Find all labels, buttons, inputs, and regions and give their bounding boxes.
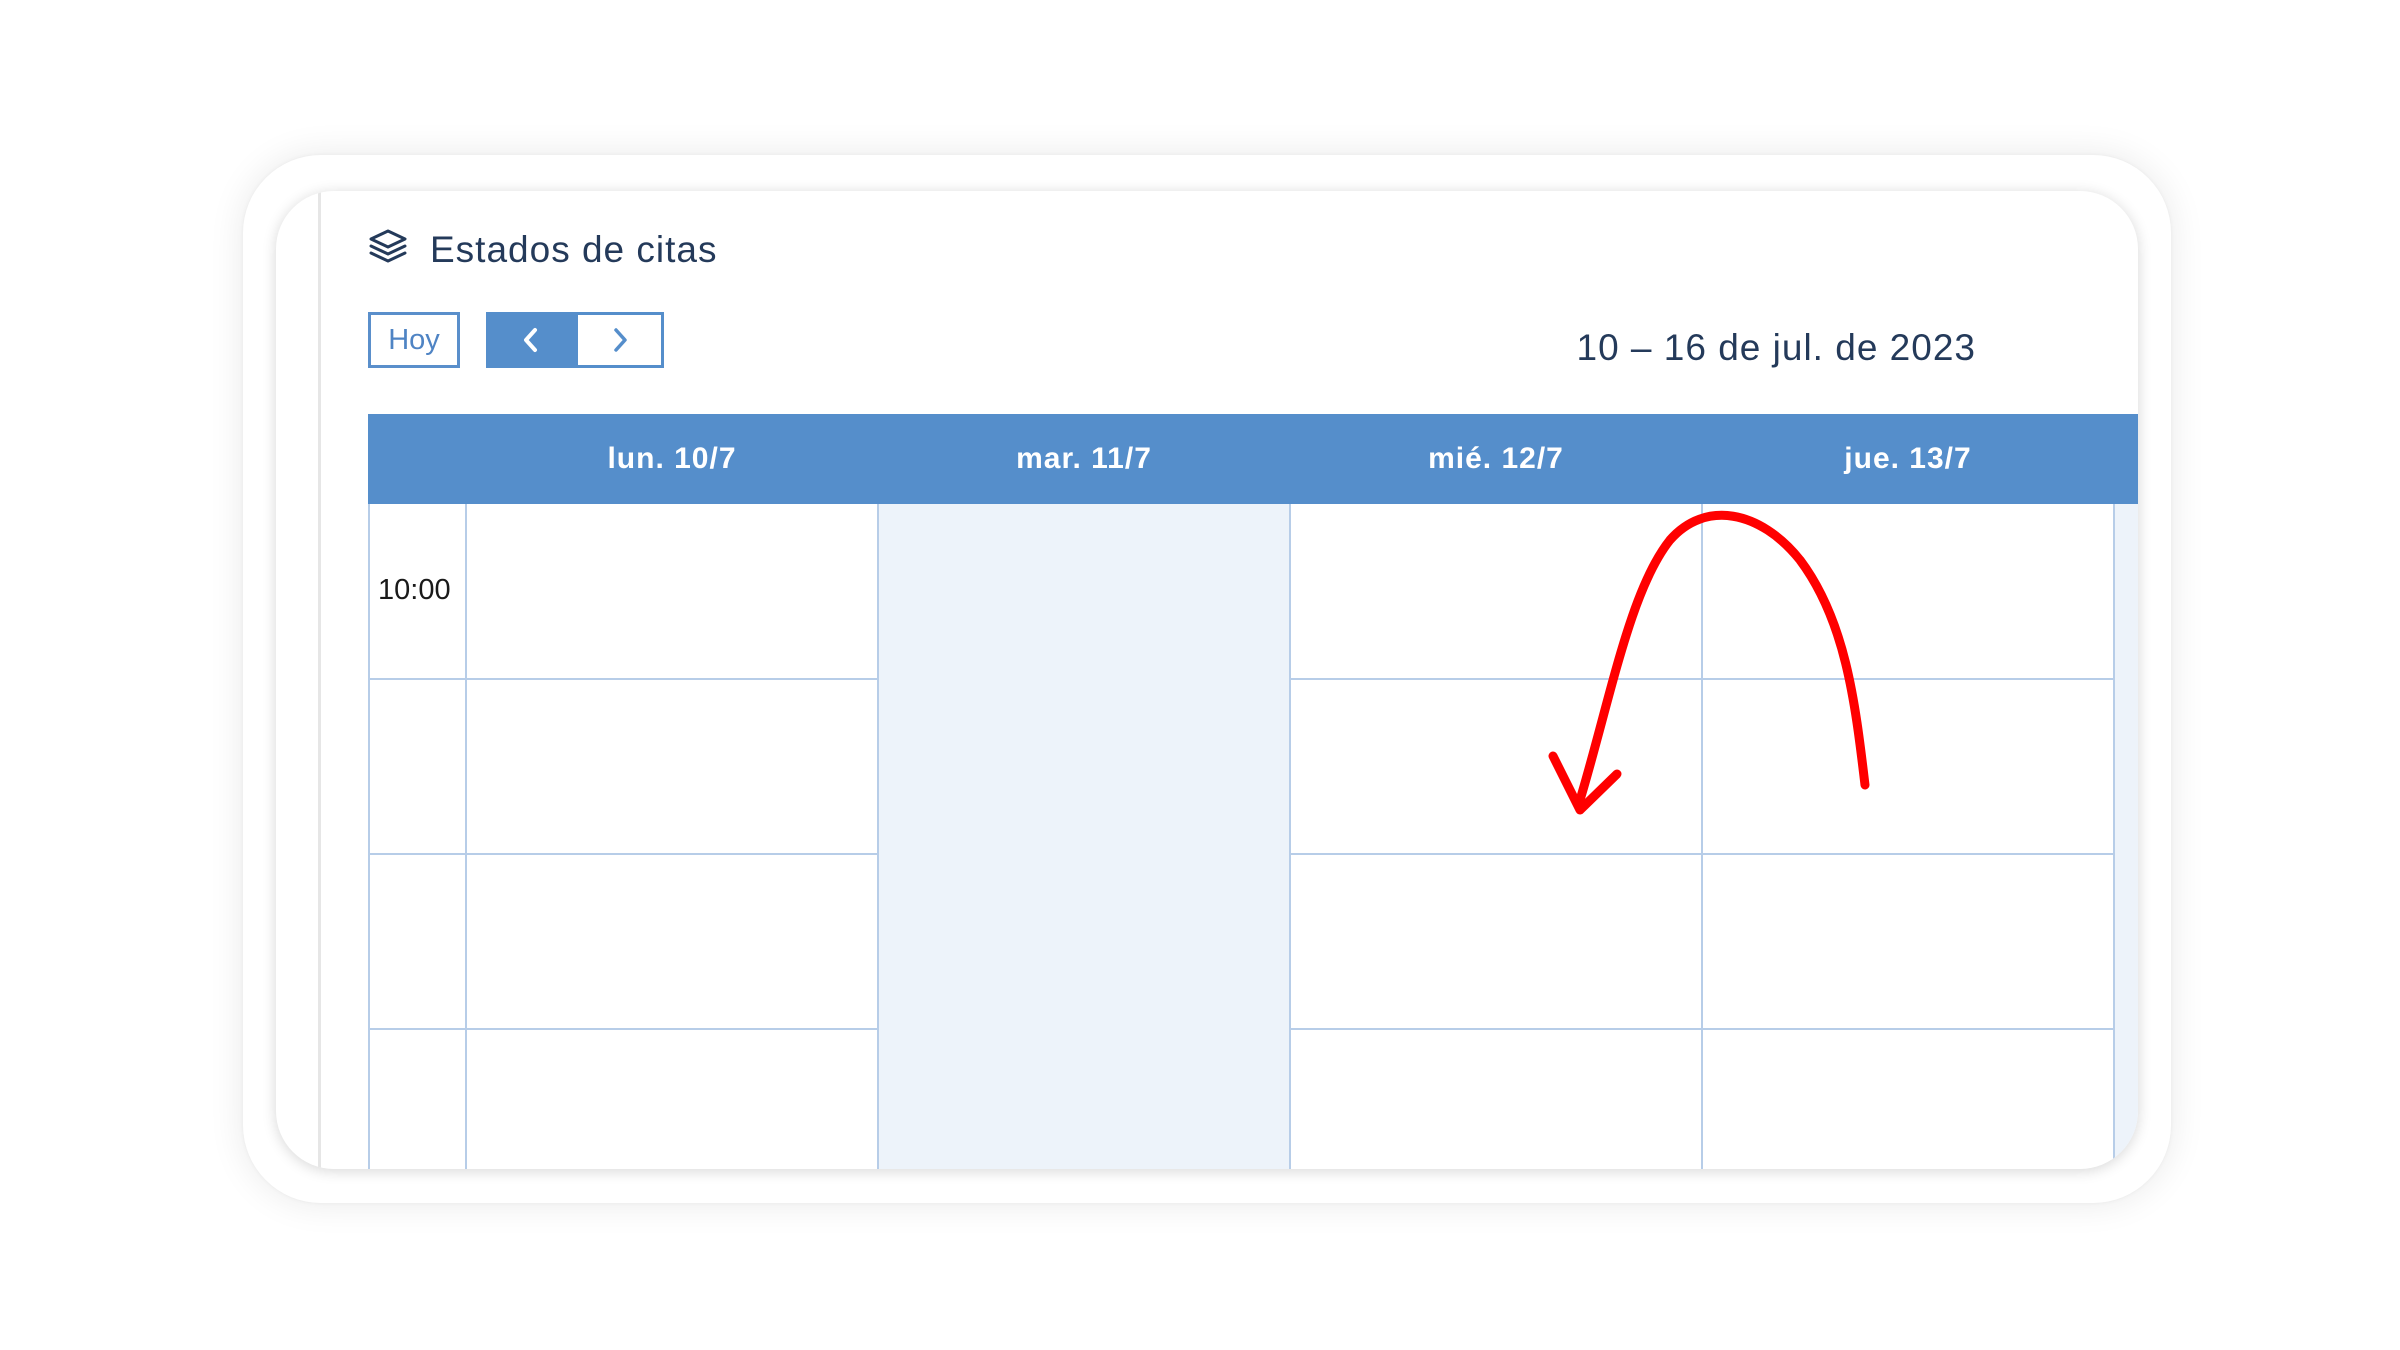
slot-divider	[368, 1028, 878, 1030]
calendar-panel: Estados de citas Hoy 10 – 16 de jul. de …	[276, 191, 2138, 1169]
day-header-tue[interactable]: mar. 11/7	[878, 414, 1290, 504]
day-column-divider	[877, 504, 879, 1169]
highlighted-day-column[interactable]	[878, 504, 1290, 1169]
day-column-divider	[2113, 504, 2115, 1169]
previous-week-button[interactable]	[486, 312, 576, 368]
calendar-grid: 10:00	[368, 504, 2138, 1169]
chevron-right-icon	[613, 328, 627, 352]
day-header-mon[interactable]: lun. 10/7	[466, 414, 878, 504]
today-button[interactable]: Hoy	[368, 312, 460, 368]
time-slot-label: 10:00	[378, 574, 451, 606]
next-week-button[interactable]	[575, 312, 664, 368]
layers-icon	[369, 229, 407, 263]
calendar-day-header: lun. 10/7 mar. 11/7 mié. 12/7 jue. 13/7	[368, 414, 2138, 504]
time-column-divider	[465, 504, 467, 1169]
slot-divider	[368, 853, 878, 855]
day-column-divider	[1289, 504, 1291, 1169]
slot-divider	[368, 678, 878, 680]
day-column-divider	[1701, 504, 1703, 1169]
grid-border	[368, 504, 370, 1169]
date-range-label: 10 – 16 de jul. de 2023	[1576, 327, 1976, 368]
day-header-thu[interactable]: jue. 13/7	[1702, 414, 2114, 504]
page-title: Estados de citas	[430, 229, 718, 270]
next-day-column-edge	[2114, 504, 2138, 1169]
day-header-wed[interactable]: mié. 12/7	[1290, 414, 1702, 504]
chevron-left-icon	[524, 328, 537, 352]
panel-left-divider	[318, 191, 321, 1169]
